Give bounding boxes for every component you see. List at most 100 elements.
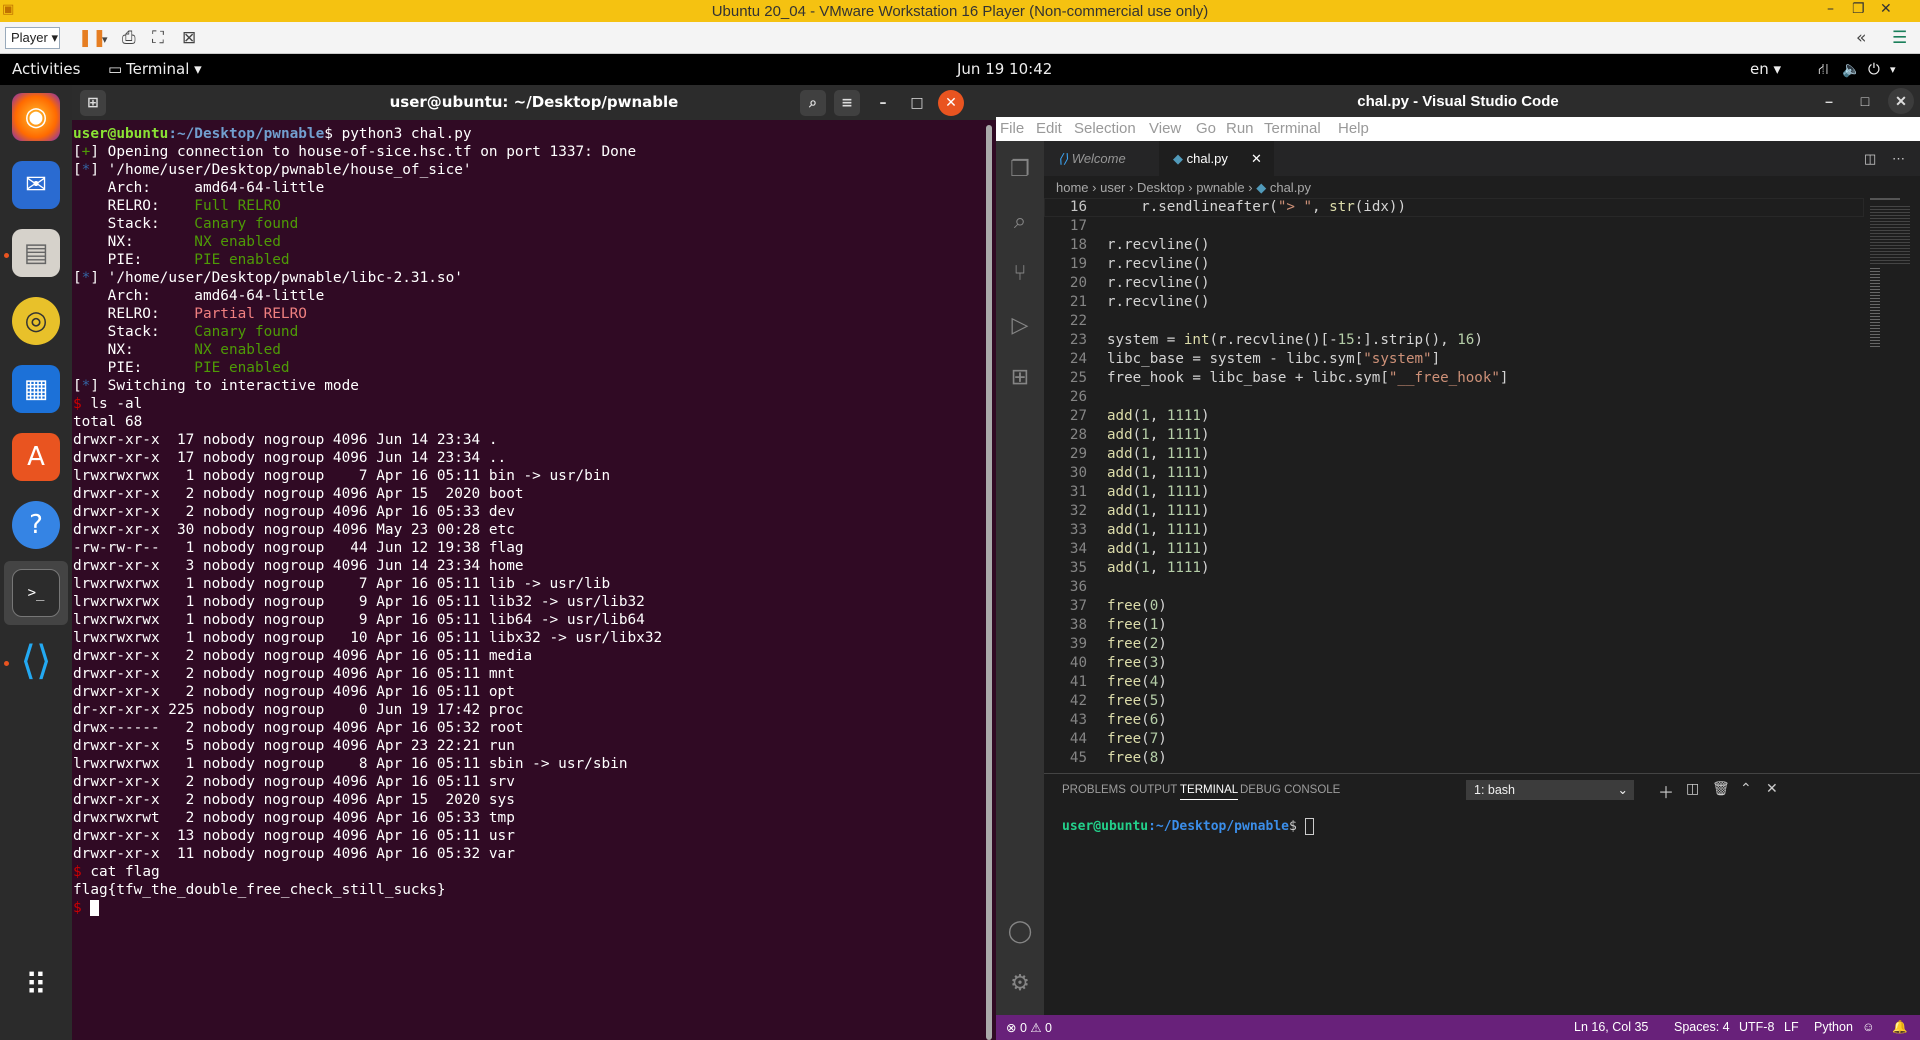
breadcrumb-pwnable[interactable]: pwnable	[1196, 180, 1244, 195]
code-line[interactable]: free(8)	[1107, 749, 1167, 768]
unity-icon[interactable]: ⊠	[182, 28, 196, 48]
more-actions-icon[interactable]: ⋯	[1892, 141, 1905, 176]
tab-welcome[interactable]: ⟨⟩ Welcome	[1044, 141, 1159, 176]
problems-indicator[interactable]: ⊗ 0 ⚠ 0	[1006, 1020, 1052, 1035]
volume-icon[interactable]: 🔈	[1842, 60, 1861, 78]
code-line[interactable]: r.sendlineafter("> ", str(idx))	[1107, 198, 1406, 217]
send-ctrl-alt-del-icon[interactable]: ⎙	[122, 28, 136, 48]
activities-button[interactable]: Activities	[12, 60, 80, 78]
search-icon[interactable]: ⌕	[1006, 207, 1034, 235]
code-line[interactable]: free(6)	[1107, 711, 1167, 730]
network-icon[interactable]: ⛙	[1818, 60, 1829, 80]
maximize-icon[interactable]: □	[1852, 88, 1878, 114]
accounts-icon[interactable]: ◯	[1006, 917, 1034, 945]
thunderbird-icon[interactable]: ✉	[12, 161, 60, 209]
encoding[interactable]: UTF-8	[1739, 1020, 1774, 1034]
clock[interactable]: Jun 19 10:42	[957, 60, 1052, 78]
code-line[interactable]: add(1, 1111)	[1107, 426, 1210, 445]
code-line[interactable]: add(1, 1111)	[1107, 445, 1210, 464]
code-line[interactable]: free(3)	[1107, 654, 1167, 673]
vscode-icon[interactable]: ⟨⟩	[12, 637, 60, 685]
line-ending[interactable]: LF	[1784, 1020, 1799, 1034]
code-line[interactable]: add(1, 1111)	[1107, 521, 1210, 540]
code-line[interactable]: r.recvline()	[1107, 255, 1210, 274]
kill-terminal-icon[interactable]: 🗑	[1712, 780, 1730, 797]
power-icon[interactable]: ⏻	[1868, 60, 1880, 78]
panel-tab-problems[interactable]: PROBLEMS	[1062, 784, 1126, 796]
code-line[interactable]: add(1, 1111)	[1107, 483, 1210, 502]
indentation[interactable]: Spaces: 4	[1674, 1020, 1730, 1034]
terminal-select[interactable]: 1: bash ⌄	[1466, 780, 1634, 800]
extensions-icon[interactable]: ⊞	[1006, 363, 1034, 391]
terminal-output[interactable]: user@ubuntu:~/Desktop/pwnable$ python3 c…	[73, 125, 983, 1025]
menu-run[interactable]: Run	[1226, 120, 1254, 137]
run-debug-icon[interactable]: ▷	[1006, 311, 1034, 339]
terminal-app-dock-icon[interactable]: >_	[12, 569, 60, 617]
code-editor[interactable]: 16 r.sendlineafter("> ", str(idx)) 17 18 r.…	[1044, 198, 1864, 766]
code-line[interactable]: add(1, 1111)	[1107, 502, 1210, 521]
code-line[interactable]: add(1, 1111)	[1107, 464, 1210, 483]
minimize-icon[interactable]: –	[1827, 1, 1834, 17]
files-icon[interactable]: ▤	[12, 229, 60, 277]
panel-tab-debug-console[interactable]: DEBUG CONSOLE	[1240, 784, 1340, 796]
hamburger-menu-icon[interactable]: ≡	[834, 90, 860, 116]
code-line[interactable]: add(1, 1111)	[1107, 540, 1210, 559]
libreoffice-writer-icon[interactable]: ▦	[12, 365, 60, 413]
code-line[interactable]: libc_base = system - libc.sym["system"]	[1107, 350, 1440, 369]
maximize-icon[interactable]: □	[904, 90, 930, 116]
menu-edit[interactable]: Edit	[1036, 120, 1062, 137]
integrated-terminal[interactable]: user@ubuntu:~/Desktop/pwnable$	[1062, 818, 1315, 835]
terminal-scrollbar[interactable]	[986, 125, 992, 1040]
code-line[interactable]: free(1)	[1107, 616, 1167, 635]
fullscreen-icon[interactable]: ⛶	[152, 28, 164, 48]
help-icon[interactable]: ☰	[1892, 28, 1907, 48]
breadcrumb-user[interactable]: user	[1100, 180, 1125, 195]
breadcrumb-home[interactable]: home	[1056, 180, 1089, 195]
software-center-icon[interactable]: A	[12, 433, 60, 481]
code-line[interactable]: free_hook = libc_base + libc.sym["__free…	[1107, 369, 1508, 388]
breadcrumb-file[interactable]: chal.py	[1270, 180, 1311, 195]
feedback-icon[interactable]: ☺	[1862, 1020, 1875, 1034]
code-line[interactable]: free(0)	[1107, 597, 1167, 616]
app-menu[interactable]: Terminal ▾	[126, 60, 202, 78]
close-icon[interactable]: ✕	[1888, 88, 1914, 114]
tab-chal-py[interactable]: ◆ chal.py ✕	[1159, 141, 1274, 176]
menu-terminal[interactable]: Terminal	[1264, 120, 1321, 137]
code-line[interactable]: add(1, 1111)	[1107, 407, 1210, 426]
split-terminal-icon[interactable]: ◫	[1686, 780, 1699, 797]
code-line[interactable]: free(7)	[1107, 730, 1167, 749]
split-editor-icon[interactable]: ◫	[1864, 141, 1876, 176]
language-indicator[interactable]: en ▾	[1750, 60, 1781, 78]
chevron-down-icon[interactable]: ▾	[102, 33, 108, 46]
code-line[interactable]: r.recvline()	[1107, 236, 1210, 255]
source-control-icon[interactable]: ⑂	[1006, 259, 1034, 287]
code-line[interactable]: add(1, 1111)	[1107, 559, 1210, 578]
rhythmbox-icon[interactable]: ◎	[12, 297, 60, 345]
close-tab-icon[interactable]: ✕	[1251, 151, 1262, 167]
cursor-position[interactable]: Ln 16, Col 35	[1574, 1020, 1648, 1034]
menu-file[interactable]: File	[1000, 120, 1024, 137]
code-line[interactable]: r.recvline()	[1107, 274, 1210, 293]
breadcrumb-desktop[interactable]: Desktop	[1137, 180, 1185, 195]
firefox-icon[interactable]: ◉	[12, 93, 60, 141]
code-line[interactable]: free(2)	[1107, 635, 1167, 654]
panel-tab-output[interactable]: OUTPUT	[1130, 784, 1177, 796]
minimize-icon[interactable]: –	[870, 90, 896, 116]
restore-icon[interactable]: ❐	[1852, 1, 1865, 17]
search-icon[interactable]: ⌕	[800, 90, 826, 116]
code-line[interactable]: system = int(r.recvline()[-15:].strip(),…	[1107, 331, 1483, 350]
menu-go[interactable]: Go	[1196, 120, 1216, 137]
settings-gear-icon[interactable]: ⚙	[1006, 969, 1034, 997]
code-line[interactable]: r.recvline()	[1107, 293, 1210, 312]
close-icon[interactable]: ✕	[938, 90, 964, 116]
close-icon[interactable]: ✕	[1880, 1, 1892, 17]
show-applications-icon[interactable]: ⠿	[12, 961, 60, 1009]
minimap[interactable]	[1864, 198, 1920, 758]
minimize-icon[interactable]: –	[1816, 88, 1842, 114]
code-line[interactable]: free(5)	[1107, 692, 1167, 711]
collapse-toolbar-icon[interactable]: «	[1856, 28, 1866, 48]
maximize-panel-icon[interactable]: ⌃	[1740, 780, 1752, 797]
menu-selection[interactable]: Selection	[1074, 120, 1136, 137]
code-line[interactable]: free(4)	[1107, 673, 1167, 692]
system-menu-chevron-icon[interactable]: ▾	[1890, 63, 1896, 76]
